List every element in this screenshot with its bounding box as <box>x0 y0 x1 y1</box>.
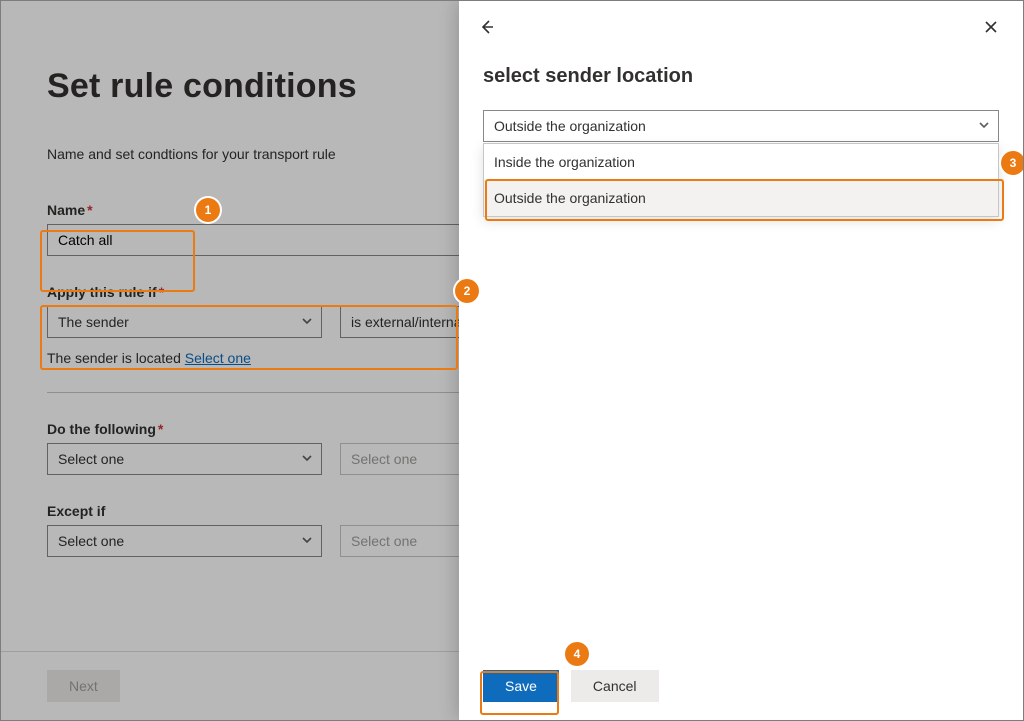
required-asterisk: * <box>158 421 163 437</box>
option-outside-org[interactable]: Outside the organization <box>484 180 998 216</box>
app-frame: Set rule conditions Name and set condtio… <box>0 0 1024 721</box>
do-following-placeholder: Select one <box>351 451 417 467</box>
option-inside-org[interactable]: Inside the organization <box>484 144 998 180</box>
callout-badge-2: 2 <box>455 279 479 303</box>
sender-location-selected-value: Outside the organization <box>494 118 646 134</box>
callout-badge-1: 1 <box>196 198 220 222</box>
panel-content: select sender location Outside the organ… <box>459 1 1023 720</box>
required-asterisk: * <box>159 284 164 300</box>
option-label: Inside the organization <box>494 154 635 170</box>
callout-badge-3: 3 <box>1001 151 1024 175</box>
next-button[interactable]: Next <box>47 670 120 702</box>
do-following-value: Select one <box>58 451 124 467</box>
hint-prefix: The sender is located <box>47 350 185 366</box>
apply-if-select-subject[interactable]: The sender <box>47 306 322 338</box>
callout-badge-4: 4 <box>565 642 589 666</box>
chevron-down-icon <box>301 314 313 330</box>
sender-location-dropdown: Inside the organization Outside the orga… <box>483 143 999 217</box>
do-following-label-text: Do the following <box>47 421 156 437</box>
chevron-down-icon <box>301 533 313 549</box>
arrow-left-icon <box>479 22 495 38</box>
do-following-select-action[interactable]: Select one <box>47 443 322 475</box>
except-if-placeholder: Select one <box>351 533 417 549</box>
except-if-value: Select one <box>58 533 124 549</box>
select-sender-location-link[interactable]: Select one <box>185 350 251 366</box>
sender-location-select[interactable]: Outside the organization <box>483 110 999 142</box>
apply-if-predicate-value: is external/internal <box>351 314 465 330</box>
back-button[interactable] <box>479 19 499 39</box>
chevron-down-icon <box>978 118 990 134</box>
panel-footer: Save Cancel <box>459 652 1023 720</box>
sender-location-panel: select sender location Outside the organ… <box>459 1 1023 720</box>
option-label: Outside the organization <box>494 190 646 206</box>
close-icon <box>983 22 999 38</box>
name-label-text: Name <box>47 202 85 218</box>
panel-title: select sender location <box>483 65 999 88</box>
apply-if-label-text: Apply this rule if <box>47 284 157 300</box>
cancel-button[interactable]: Cancel <box>571 670 659 702</box>
save-button[interactable]: Save <box>483 670 559 702</box>
sender-location-select-wrapper: Outside the organization Inside the orga… <box>483 110 999 142</box>
required-asterisk: * <box>87 202 92 218</box>
close-button[interactable] <box>983 19 1003 39</box>
apply-if-subject-value: The sender <box>58 314 129 330</box>
chevron-down-icon <box>301 451 313 467</box>
except-if-select-subject[interactable]: Select one <box>47 525 322 557</box>
